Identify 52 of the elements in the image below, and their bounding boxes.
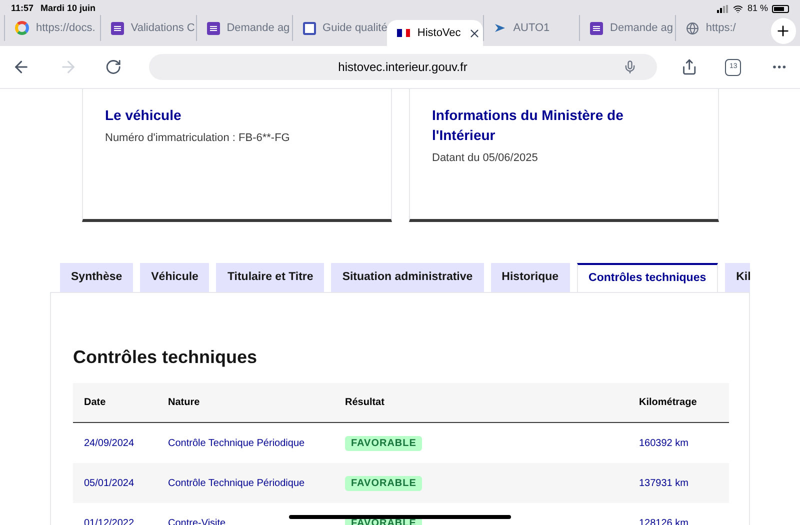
- browser-tab[interactable]: AUTO1: [483, 15, 580, 41]
- column-header: Date: [83, 396, 107, 410]
- date-cell[interactable]: 05/01/2024: [73, 476, 157, 490]
- column-header: Nature: [167, 396, 201, 410]
- card-text: Numéro d'immatriculation : FB-6**-FG: [105, 131, 291, 146]
- page-tab[interactable]: Kil: [725, 263, 750, 292]
- column-header: Kilométrage: [639, 396, 698, 410]
- mileage-cell-text: 160392 km: [639, 436, 690, 450]
- browser-tab[interactable]: HistoVec: [387, 20, 484, 46]
- page-tab[interactable]: Situation administrative: [331, 263, 484, 292]
- signal-icon: [717, 4, 730, 12]
- mileage-cell-text: 137931 km: [639, 476, 690, 490]
- page-tab[interactable]: Titulaire et Titre: [216, 263, 324, 292]
- site-icon: [302, 22, 316, 34]
- page-tab[interactable]: Synthèse: [60, 263, 134, 292]
- nature-cell[interactable]: Contrôle Technique Périodique: [157, 436, 345, 450]
- card-title: Informations du Ministère de l'Intérieur: [432, 106, 624, 145]
- form-icon: [110, 22, 124, 34]
- form-icon: [206, 22, 220, 34]
- wifi-icon: [733, 4, 744, 14]
- google-g-icon: [15, 21, 29, 35]
- share-icon[interactable]: [680, 58, 698, 76]
- microphone-icon[interactable]: [622, 60, 637, 74]
- arrow-logo-icon: [494, 22, 506, 34]
- status-time: 11:57: [11, 2, 34, 15]
- browser-tab[interactable]: https:/: [674, 15, 771, 41]
- browser-tab[interactable]: Guide qualité: [292, 15, 388, 41]
- card-text: Datant du 05/06/2025: [432, 151, 539, 166]
- new-tab-button[interactable]: [770, 18, 796, 44]
- page-tab[interactable]: Historique: [490, 263, 570, 292]
- column-header: Résultat: [345, 396, 386, 410]
- result-badge: FAVORABLE: [345, 436, 422, 450]
- browser-tab[interactable]: Demande ag: [579, 15, 675, 41]
- card-title: Le véhicule: [105, 106, 182, 125]
- form-icon: [590, 22, 604, 34]
- address-bar[interactable]: histovec.interieur.gouv.fr: [148, 54, 657, 80]
- browser-tab[interactable]: Validations C: [100, 15, 196, 41]
- globe-icon: [686, 22, 699, 34]
- page-tab[interactable]: Contrôles techniques: [576, 263, 718, 292]
- date-cell[interactable]: 24/09/2024: [73, 436, 157, 450]
- status-date: Mardi 10 juin: [40, 2, 96, 15]
- battery-icon: [772, 4, 789, 12]
- section-heading: Contrôles techniques: [73, 346, 258, 369]
- result-badge: FAVORABLE: [345, 476, 422, 490]
- page-tab[interactable]: Véhicule: [140, 263, 210, 292]
- browser-tab[interactable]: https://docs.: [4, 15, 100, 41]
- flag-icon: [397, 29, 410, 37]
- close-icon[interactable]: [468, 26, 481, 40]
- reload-icon[interactable]: [105, 58, 122, 76]
- browser-tab[interactable]: Demande ag: [196, 15, 292, 41]
- nature-cell[interactable]: Contrôle Technique Périodique: [157, 476, 345, 490]
- battery-percent: 81 %: [747, 2, 768, 15]
